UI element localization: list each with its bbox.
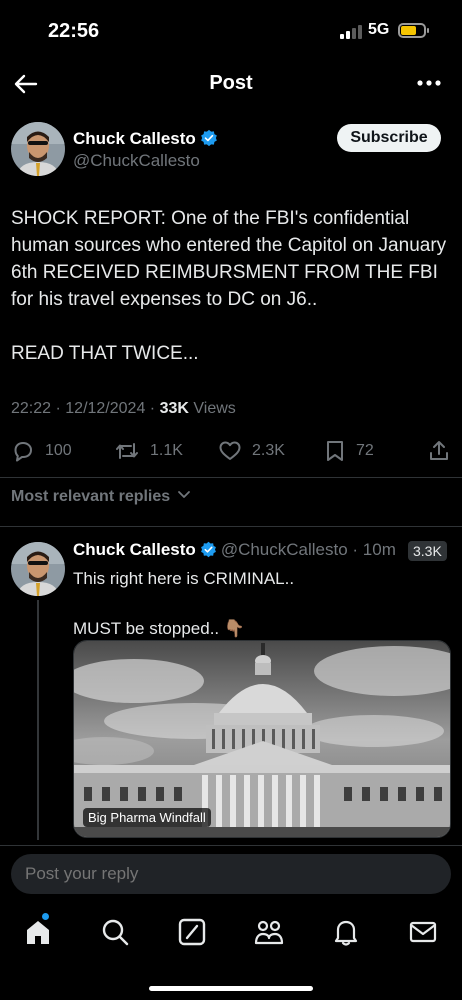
post-text: SHOCK REPORT: One of the FBI's confident… <box>11 208 447 364</box>
bookmark-button[interactable]: 72 <box>324 438 374 464</box>
post-meta: 22:22 · 12/12/2024 · 33K Views <box>11 400 236 417</box>
reply-author-name[interactable]: Chuck Callesto <box>73 540 196 559</box>
tab-communities[interactable] <box>253 916 285 948</box>
bottom-tab-bar <box>0 904 462 1000</box>
profile-photo-icon <box>11 122 65 176</box>
status-time: 22:56 <box>48 20 100 42</box>
reply-author-handle[interactable]: @ChuckCallesto <box>221 540 348 559</box>
thread-line <box>37 600 39 840</box>
reply-text: This right here is CRIMINAL.. MUST be st… <box>73 569 295 638</box>
tab-notifications[interactable] <box>330 916 362 948</box>
verified-badge-icon <box>200 129 217 147</box>
verified-badge-icon <box>200 541 216 558</box>
like-count: 2.3K <box>252 442 285 459</box>
reply-icon <box>14 442 32 462</box>
views-count: 33K <box>159 400 189 417</box>
signal-icon <box>340 25 362 39</box>
reply-composer <box>0 845 462 903</box>
subscribe-button[interactable]: Subscribe <box>337 124 441 152</box>
reply-avatar[interactable] <box>11 542 65 596</box>
reply-count: 100 <box>45 442 72 459</box>
tab-messages[interactable] <box>407 916 439 948</box>
repost-button[interactable]: 1.1K <box>114 438 183 464</box>
notification-dot <box>42 913 49 920</box>
bell-icon <box>334 920 358 946</box>
network-type: 5G <box>368 21 390 38</box>
divider <box>0 526 462 527</box>
bookmark-icon <box>327 441 343 461</box>
grok-icon <box>178 918 206 946</box>
envelope-icon <box>409 921 437 943</box>
repost-count: 1.1K <box>150 442 183 459</box>
reply-time[interactable]: 10m <box>363 540 396 559</box>
chevron-down-icon <box>177 491 190 498</box>
share-icon <box>430 441 448 460</box>
heart-icon <box>219 441 241 460</box>
communities-icon <box>254 920 284 945</box>
ellipsis-icon <box>417 80 441 86</box>
tab-grok[interactable] <box>176 916 208 948</box>
page-title: Post <box>209 72 253 94</box>
battery-icon <box>398 23 426 38</box>
views-label: Views <box>193 400 236 417</box>
post-time: 22:22 <box>11 400 52 417</box>
home-icon <box>27 921 49 944</box>
search-icon <box>102 919 129 946</box>
reply-button[interactable]: 100 <box>11 438 72 464</box>
replies-sort-label: Most relevant replies <box>11 488 171 505</box>
tab-home[interactable] <box>22 913 54 948</box>
avatar[interactable] <box>11 122 65 176</box>
author-handle[interactable]: @ChuckCallesto <box>73 151 200 171</box>
reply-header: Chuck Callesto @ChuckCallesto · 10m <box>73 540 396 559</box>
reply-views-badge: 3.3K <box>408 541 447 561</box>
divider <box>0 477 462 478</box>
tab-search[interactable] <box>99 916 131 948</box>
post-header: Post <box>0 62 462 106</box>
bookmark-count: 72 <box>356 442 374 459</box>
post-date[interactable]: 12/12/2024 <box>65 400 145 417</box>
author-name[interactable]: Chuck Callesto <box>73 129 218 149</box>
battery-tip <box>427 28 429 33</box>
home-indicator <box>149 986 313 991</box>
reply-input[interactable] <box>11 854 451 894</box>
replies-sort-dropdown[interactable]: Most relevant replies <box>11 488 191 506</box>
repost-icon <box>116 443 138 459</box>
status-bar: 22:56 5G <box>0 0 462 62</box>
like-button[interactable]: 2.3K <box>218 438 285 464</box>
reply-media-image[interactable]: Big Pharma Windfall <box>73 640 451 838</box>
media-caption: Big Pharma Windfall <box>83 808 211 827</box>
more-button[interactable] <box>416 72 442 94</box>
profile-photo-icon <box>11 542 65 596</box>
share-button[interactable] <box>427 438 461 464</box>
author-name-text: Chuck Callesto <box>73 129 196 148</box>
